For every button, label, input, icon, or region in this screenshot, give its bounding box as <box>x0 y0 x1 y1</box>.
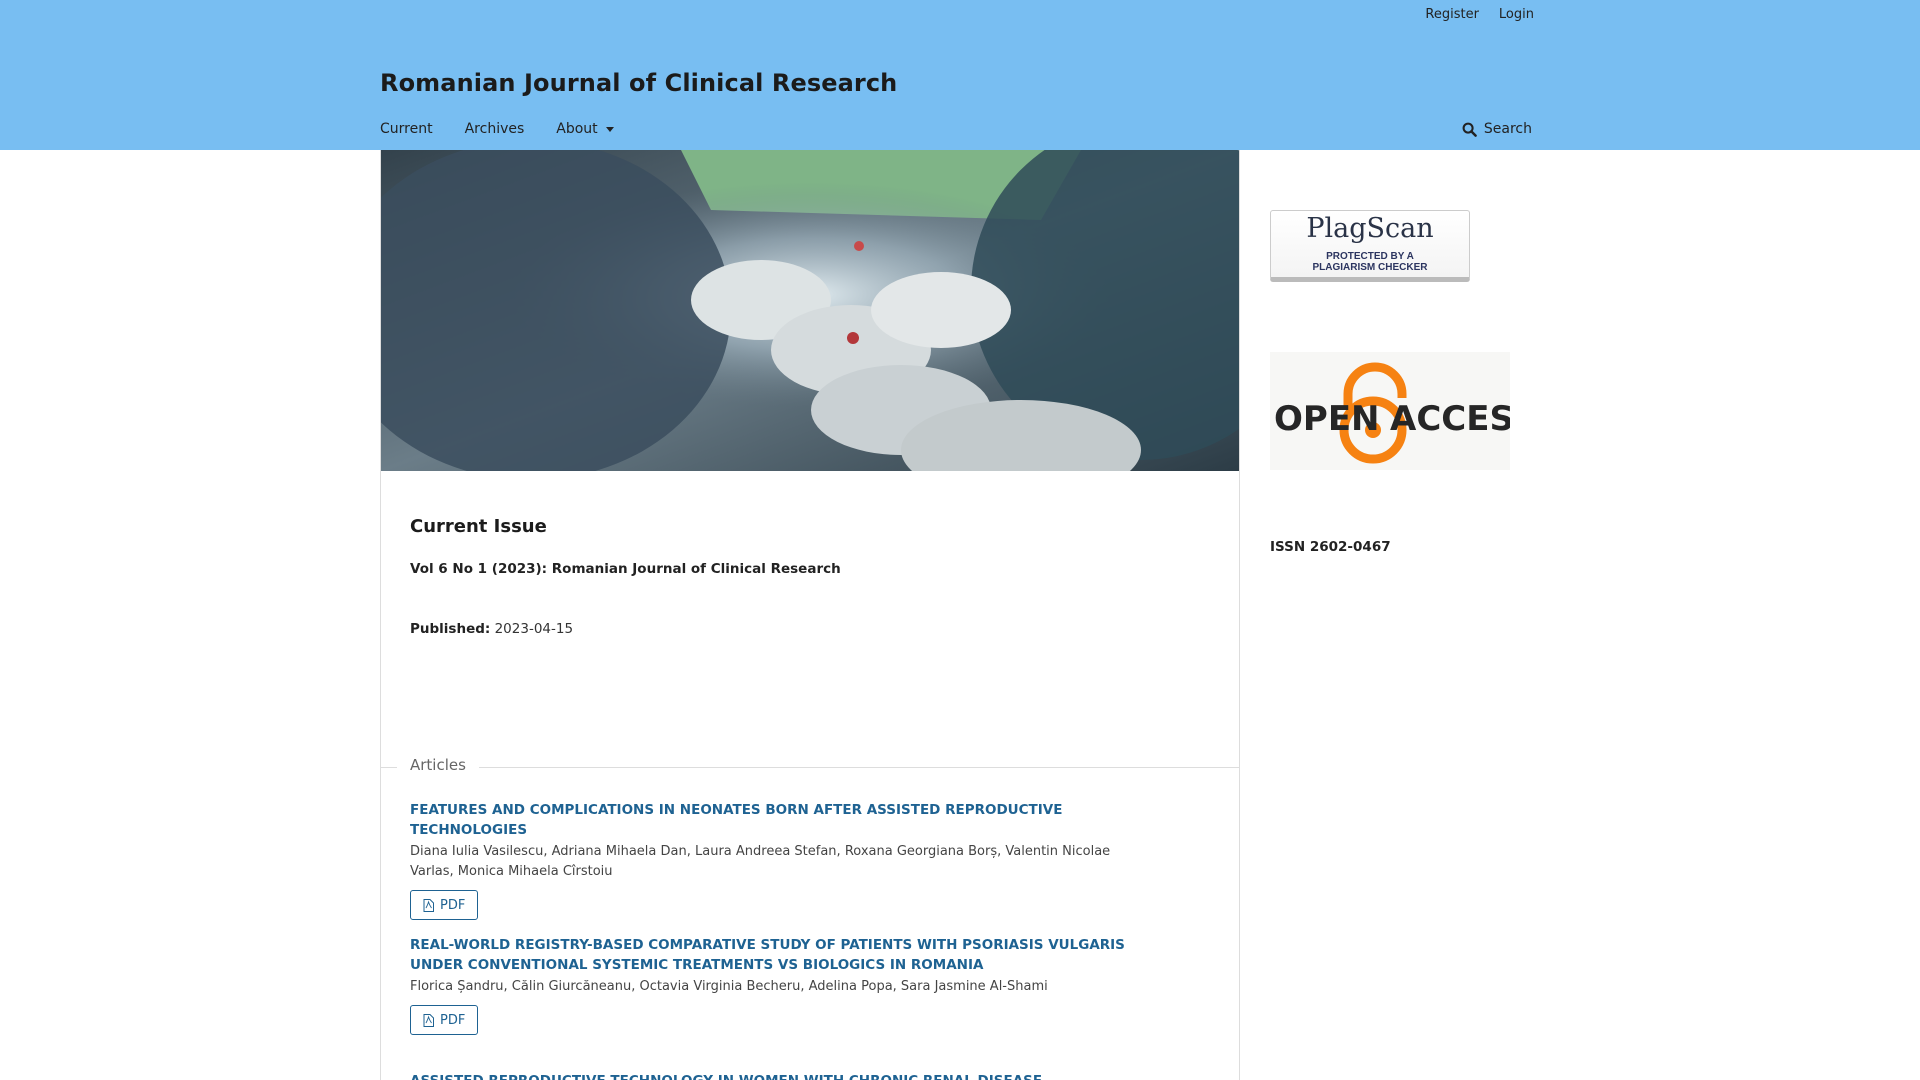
article-authors: Diana Iulia Vasilescu, Adriana Mihaela D… <box>410 844 1111 879</box>
article-title[interactable]: ASSISTED REPRODUCTIVE TECHNOLOGY IN WOME… <box>410 1071 1150 1080</box>
pdf-label: PDF <box>440 1012 466 1028</box>
plagscan-caption: PROTECTED BY A PLAGIARISM CHECKER <box>1271 251 1469 273</box>
article-item: ASSISTED REPRODUCTIVE TECHNOLOGY IN WOME… <box>410 1071 1150 1080</box>
article-item: FEATURES AND COMPLICATIONS IN NEONATES B… <box>410 800 1150 920</box>
published-date: 2023-04-15 <box>494 621 574 637</box>
nav-about-label: About <box>556 121 598 137</box>
article-authors: Florica Șandru, Călin Giurcăneanu, Octav… <box>410 979 1048 994</box>
articles-section-label: Articles <box>397 756 479 774</box>
nav-archives[interactable]: Archives <box>465 121 525 137</box>
current-issue-heading: Current Issue <box>410 516 547 537</box>
open-access-lock-icon: OPEN ACCESS <box>1274 362 1537 464</box>
plagscan-caption-line1: PROTECTED BY A <box>1326 251 1414 262</box>
register-link[interactable]: Register <box>1425 7 1479 22</box>
login-link[interactable]: Login <box>1499 7 1534 22</box>
plagscan-caption-line2: PLAGIARISM CHECKER <box>1312 262 1428 273</box>
search-link[interactable]: Search <box>1462 121 1532 137</box>
open-access-text-right: ACCESS <box>1390 399 1510 439</box>
section-divider <box>381 767 1239 768</box>
pdf-button[interactable]: PDF <box>410 1005 479 1035</box>
hero-image <box>381 150 1239 471</box>
article-title[interactable]: REAL-WORLD REGISTRY-BASED COMPARATIVE ST… <box>410 935 1150 975</box>
caret-down-icon <box>605 126 614 132</box>
search-label: Search <box>1483 121 1532 137</box>
search-icon <box>1462 122 1477 137</box>
published-info: Published: 2023-04-15 <box>410 621 573 637</box>
open-access-text-left: OPEN <box>1274 399 1380 439</box>
main-content: Current Issue Vol 6 No 1 (2023): Romania… <box>380 150 1240 1080</box>
issue-title[interactable]: Vol 6 No 1 (2023): Romanian Journal of C… <box>410 561 841 577</box>
site-title[interactable]: Romanian Journal of Clinical Research <box>380 69 897 97</box>
plagscan-logo: PlagScan <box>1306 213 1434 244</box>
site-header: Register Login Romanian Journal of Clini… <box>0 0 1920 150</box>
nav-current[interactable]: Current <box>380 121 433 137</box>
user-nav: Register Login <box>1425 7 1534 22</box>
pdf-file-icon <box>423 1013 434 1027</box>
surgery-photo <box>381 150 1239 471</box>
primary-nav: Current Archives About <box>380 121 614 137</box>
pdf-label: PDF <box>440 897 466 913</box>
issn: ISSN 2602-0467 <box>1270 539 1391 555</box>
article-item: REAL-WORLD REGISTRY-BASED COMPARATIVE ST… <box>410 935 1150 1035</box>
nav-about[interactable]: About <box>556 121 614 137</box>
published-label: Published: <box>410 621 491 637</box>
pdf-button[interactable]: PDF <box>410 890 479 920</box>
plagscan-badge[interactable]: PlagScan PROTECTED BY A PLAGIARISM CHECK… <box>1270 210 1470 282</box>
pdf-file-icon <box>423 898 434 912</box>
open-access-logo[interactable]: OPEN ACCESS <box>1270 352 1537 470</box>
article-title[interactable]: FEATURES AND COMPLICATIONS IN NEONATES B… <box>410 800 1150 840</box>
